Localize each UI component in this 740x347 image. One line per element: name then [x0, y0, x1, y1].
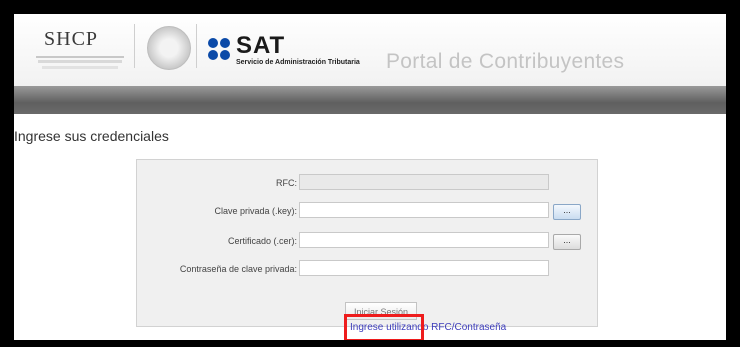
shcp-logo: SHCP: [32, 24, 128, 76]
rfc-field[interactable]: [299, 174, 549, 190]
shcp-logo-text: SHCP: [44, 28, 99, 50]
rfc-label: RFC:: [276, 178, 297, 188]
login-form: RFC: Clave privada (.key): ... Certifica…: [136, 159, 598, 327]
national-seal-icon: [147, 26, 191, 70]
sat-subtitle: Servicio de Administración Tributaria: [236, 59, 360, 66]
page-heading: Ingrese sus credenciales: [14, 128, 169, 144]
header-divider: [134, 24, 135, 68]
rfc-row: RFC:: [137, 174, 597, 196]
cert-browse-button[interactable]: ...: [553, 234, 581, 250]
cert-file-field[interactable]: [299, 232, 549, 248]
sat-logo-text: SAT: [236, 32, 286, 59]
password-row: Contraseña de clave privada:: [137, 260, 597, 282]
highlight-box: [344, 314, 424, 340]
sat-dots-icon: [208, 38, 230, 60]
key-browse-button[interactable]: ...: [553, 204, 581, 220]
key-row: Clave privada (.key): ...: [137, 202, 597, 224]
password-label: Contraseña de clave privada:: [179, 264, 297, 274]
screenshot-frame: SHCP SAT Servicio de Administración Trib…: [0, 0, 740, 347]
key-file-field[interactable]: [299, 202, 549, 218]
header-divider: [196, 24, 197, 68]
password-field[interactable]: [299, 260, 549, 276]
key-label: Clave privada (.key):: [214, 206, 297, 216]
portal-page: SHCP SAT Servicio de Administración Trib…: [14, 14, 726, 340]
cert-row: Certificado (.cer): ...: [137, 232, 597, 254]
portal-header: SHCP SAT Servicio de Administración Trib…: [14, 14, 726, 86]
cert-label: Certificado (.cer):: [227, 236, 297, 246]
navigation-bar: [14, 86, 726, 114]
portal-title: Portal de Contribuyentes: [386, 50, 625, 73]
